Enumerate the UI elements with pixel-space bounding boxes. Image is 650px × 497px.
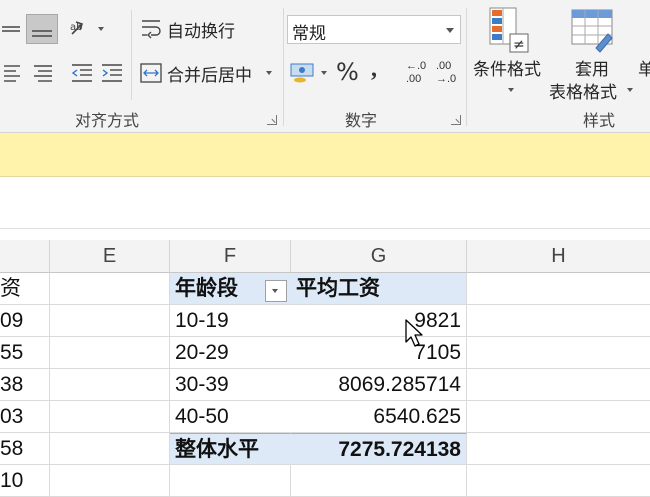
pivot-row-label[interactable]: 10-19 (170, 305, 291, 337)
cell-h4[interactable] (467, 369, 650, 401)
number-launcher-icon[interactable] (451, 115, 461, 125)
cell-h6[interactable] (467, 433, 650, 465)
table-format-button[interactable]: 表格格式 (549, 78, 617, 103)
alignment-launcher-icon[interactable] (267, 115, 277, 125)
table-format-dropdown[interactable] (627, 88, 633, 92)
accounting-format-icon[interactable] (290, 62, 320, 84)
cell-d2[interactable]: 09 (0, 305, 50, 337)
pivot-row-value[interactable]: 8069.285714 (291, 369, 467, 401)
cell-e4[interactable] (50, 369, 170, 401)
comma-button[interactable]: , (371, 56, 377, 83)
cell-e5[interactable] (50, 401, 170, 433)
merge-center-button[interactable]: 合并后居中 (167, 61, 252, 86)
number-format-select[interactable]: 常规 (287, 15, 461, 44)
pivot-row-value[interactable]: 6540.625 (291, 401, 467, 433)
accounting-dropdown-arrow[interactable] (321, 71, 327, 75)
cell-d4[interactable]: 38 (0, 369, 50, 401)
cell-h3[interactable] (467, 337, 650, 369)
separator (283, 8, 284, 126)
orientation-dropdown-arrow[interactable] (98, 27, 104, 31)
cell-d3[interactable]: 55 (0, 337, 50, 369)
cell-g7[interactable] (291, 465, 467, 497)
pivot-row-label[interactable]: 40-50 (170, 401, 291, 433)
pivot-row-label[interactable]: 20-29 (170, 337, 291, 369)
svg-text:≠: ≠ (513, 37, 525, 53)
cell-d1[interactable]: 资 (0, 273, 50, 305)
align-middle-icon (32, 30, 52, 37)
ribbon: ab 自动换行 常规 ≠ 合并后居中 % , ←.0 .00 .00 →.0 条… (0, 0, 650, 133)
conditional-format-icon: ≠ (489, 7, 529, 53)
cell-styles-button-partial[interactable]: 单 (638, 55, 650, 80)
cell-e6[interactable] (50, 433, 170, 465)
pivot-total-label[interactable]: 整体水平 (170, 433, 291, 465)
wrap-text-button[interactable]: 自动换行 (167, 17, 235, 42)
separator (466, 8, 467, 126)
cell-h1[interactable] (467, 273, 650, 305)
cell-h7[interactable] (467, 465, 650, 497)
table-format-icon (571, 9, 613, 53)
cell-d7[interactable]: 10 (0, 465, 50, 497)
column-header-g[interactable]: G (291, 240, 467, 273)
svg-text:→.0: →.0 (436, 73, 456, 85)
message-bar (0, 133, 650, 177)
separator (131, 10, 132, 100)
cell-h2[interactable] (467, 305, 650, 337)
cell-d6[interactable]: 58 (0, 433, 50, 465)
pivot-header-value[interactable]: 平均工资 (291, 273, 467, 305)
cell-h5[interactable] (467, 401, 650, 433)
table-format-line1[interactable]: 套用 (575, 55, 609, 80)
pivot-total-value[interactable]: 7275.724138 (291, 433, 467, 465)
group-label-alignment: 对齐方式 (75, 111, 140, 130)
number-format-value: 常规 (292, 24, 326, 44)
merge-center-icon (140, 63, 162, 83)
column-header-e[interactable]: E (50, 240, 170, 273)
merge-dropdown-arrow[interactable] (266, 71, 272, 75)
conditional-format-button[interactable]: 条件格式 (473, 55, 541, 80)
column-header-d[interactable] (0, 240, 50, 273)
cell-e2[interactable] (50, 305, 170, 337)
group-label-number: 数字 (345, 111, 378, 130)
svg-text:.00: .00 (436, 60, 451, 72)
indent-icons[interactable] (68, 62, 128, 84)
percent-button[interactable]: % (336, 58, 359, 86)
pivot-filter-button[interactable] (265, 280, 287, 302)
align-middle-button[interactable] (26, 14, 58, 44)
cell-f7[interactable] (170, 465, 291, 497)
wrap-text-icon (142, 20, 161, 39)
cell-d5[interactable]: 03 (0, 401, 50, 433)
column-header-f[interactable]: F (170, 240, 291, 273)
mouse-cursor-icon (405, 319, 423, 347)
chevron-down-icon (446, 28, 454, 33)
svg-text:.00: .00 (406, 73, 421, 85)
worksheet-grid: E F G H 资 年龄段 平均工资 09 10-19 9821 55 20-2… (0, 240, 650, 497)
align-left-icons[interactable] (0, 62, 58, 84)
decimal-change-icons[interactable]: ←.0.00 .00→.0 (402, 58, 464, 88)
pivot-row-value[interactable]: 7105 (291, 337, 467, 369)
svg-text:←.0: ←.0 (406, 60, 426, 72)
conditional-format-dropdown[interactable] (508, 88, 514, 92)
formula-bar[interactable] (0, 177, 650, 229)
pivot-row-label[interactable]: 30-39 (170, 369, 291, 401)
group-label-styles: 样式 (583, 111, 616, 130)
chevron-down-icon (272, 289, 278, 293)
svg-text:ab: ab (70, 22, 82, 33)
pivot-row-value[interactable]: 9821 (291, 305, 467, 337)
column-header-h[interactable]: H (467, 240, 650, 273)
cell-e1[interactable] (50, 273, 170, 305)
cell-e7[interactable] (50, 465, 170, 497)
cell-e3[interactable] (50, 337, 170, 369)
